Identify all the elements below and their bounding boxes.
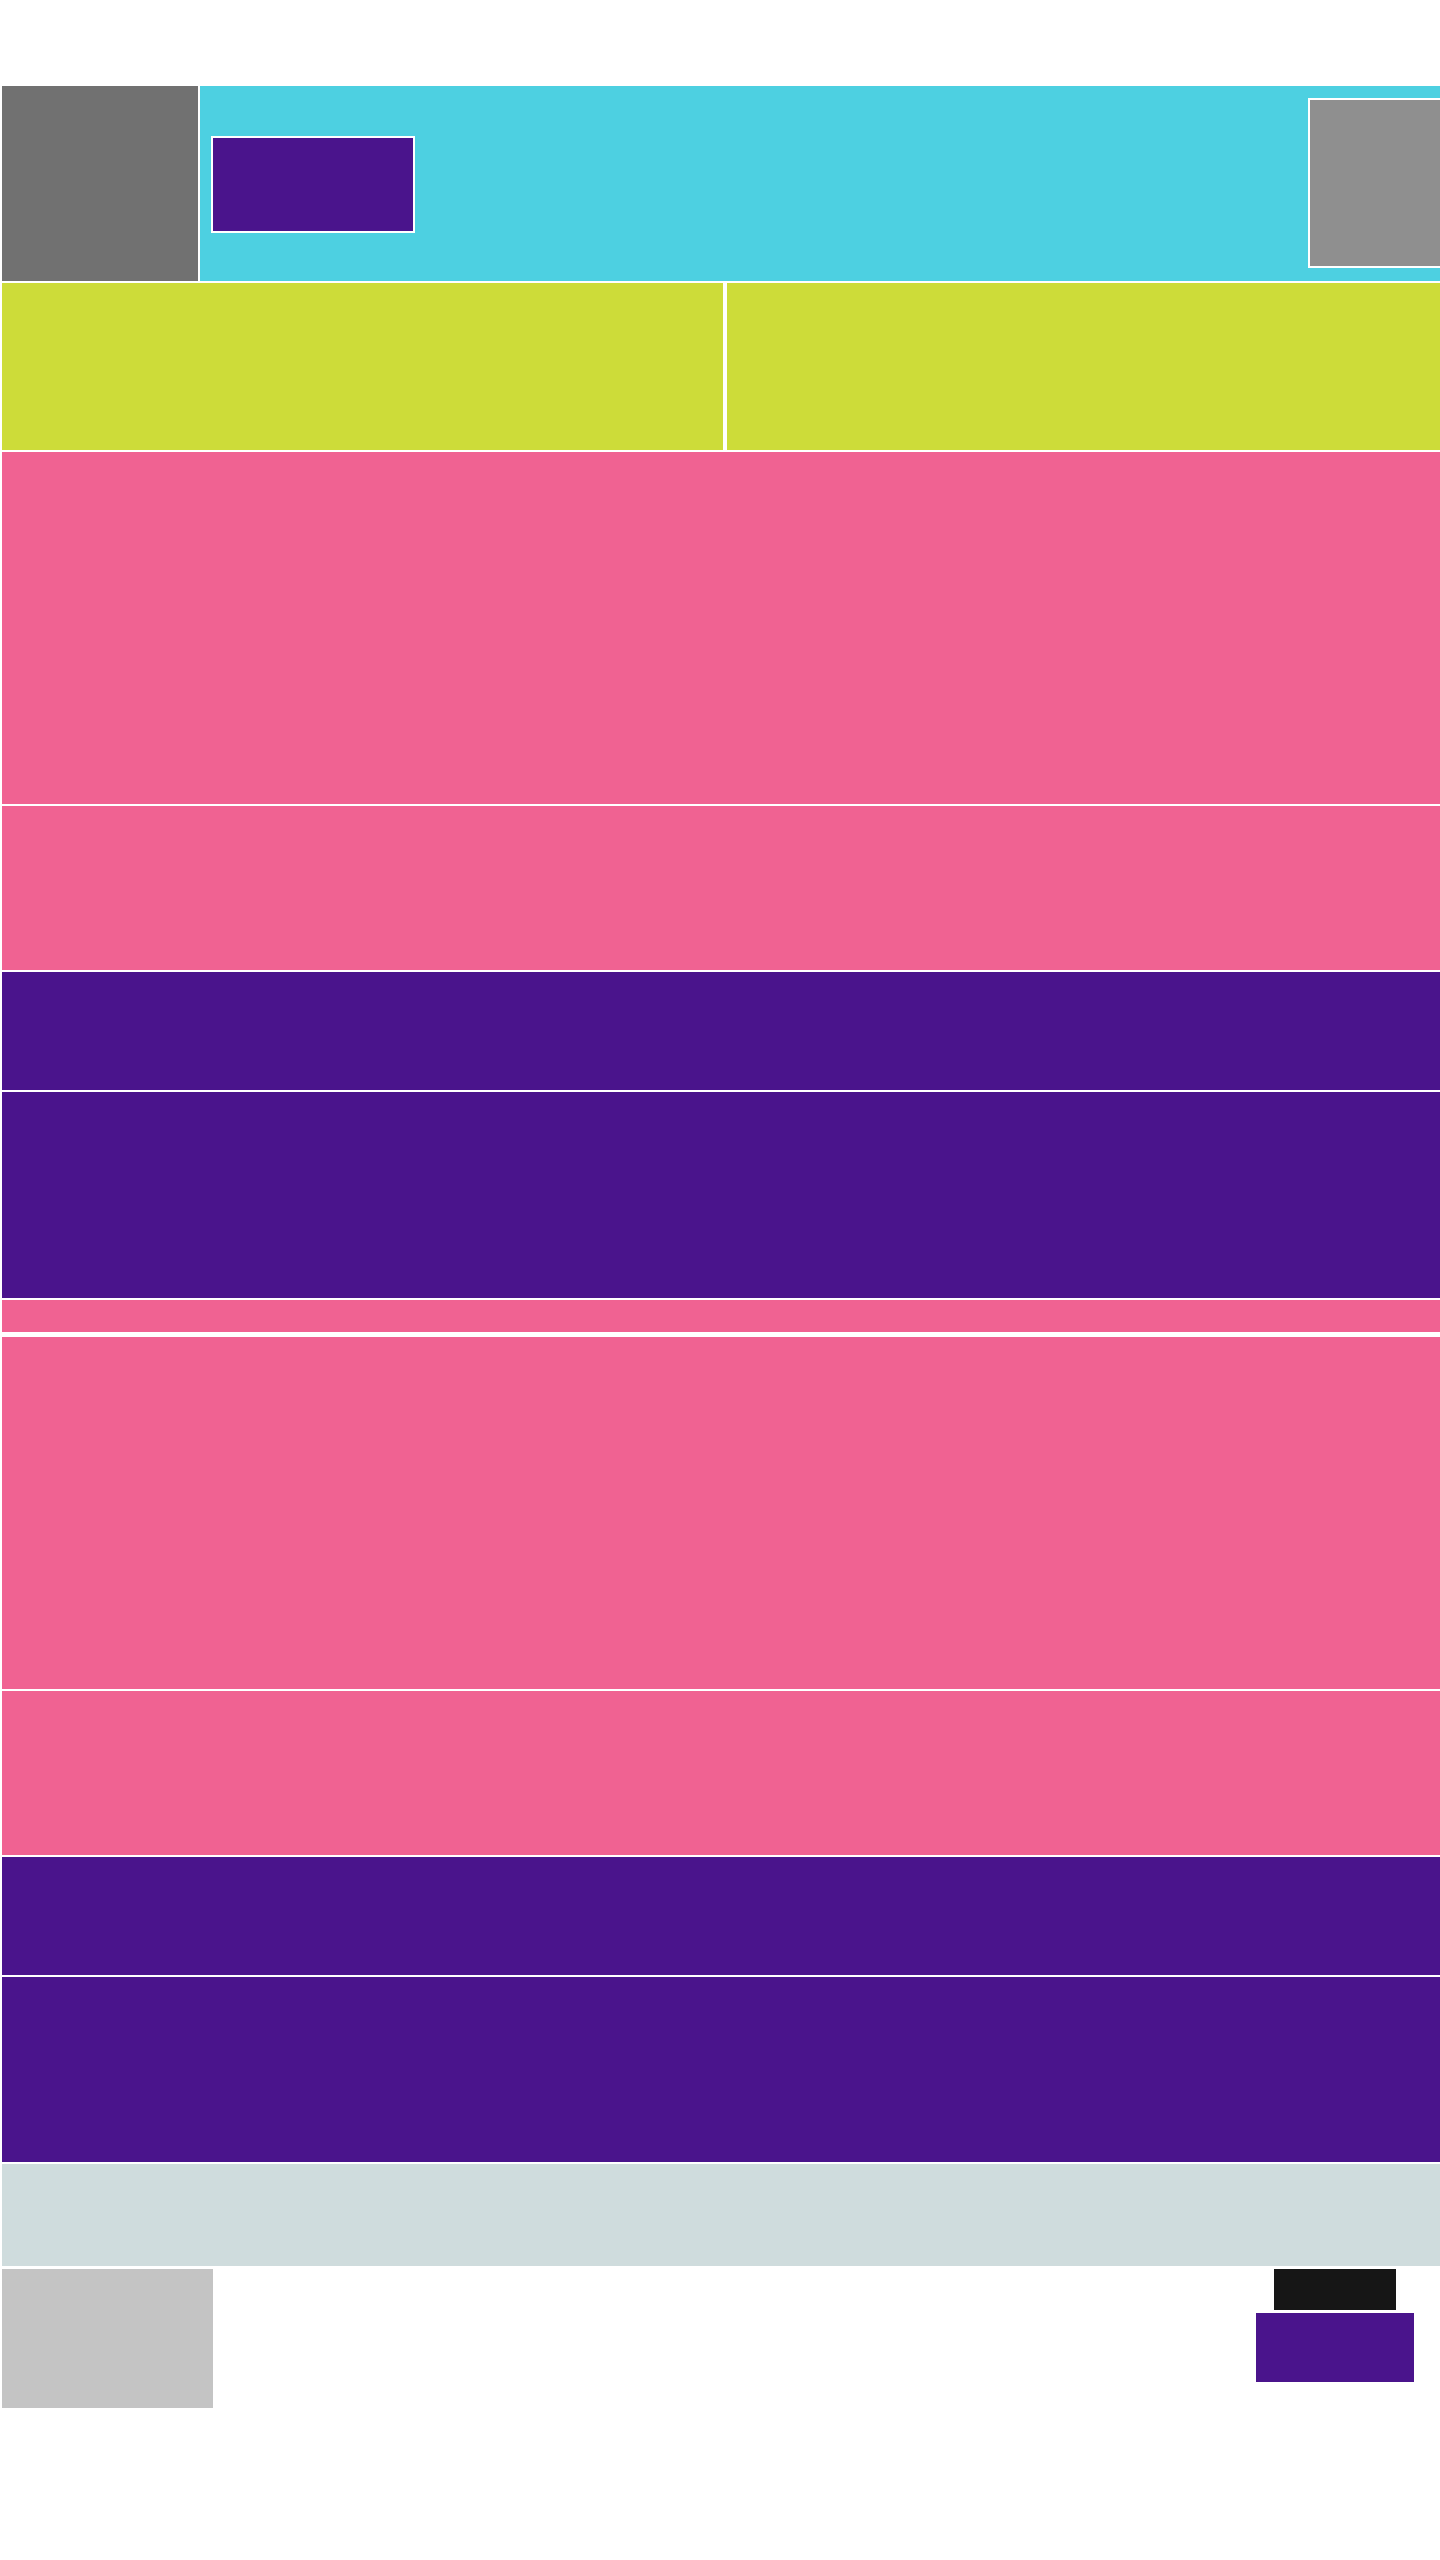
toolbar-avatar-label: [1310, 100, 1440, 266]
app-toolbar: [200, 86, 1440, 281]
header-bar-2-label: [2, 1857, 1440, 1975]
hero-card-1-label: [2, 452, 1440, 804]
subtitle-card-1-label: [2, 806, 1440, 970]
detail-card-2-label: [2, 1977, 1440, 2162]
subtitle-card-2[interactable]: [2, 1691, 1440, 1855]
hero-card-2-label: [2, 1337, 1440, 1689]
menu-button[interactable]: [2, 86, 198, 281]
toolbar-action-button[interactable]: [211, 136, 415, 233]
footer-action-label: [1256, 2313, 1414, 2382]
footer-bar-label: [2, 2164, 1440, 2266]
detail-card-2[interactable]: [2, 1977, 1440, 2162]
footer-action-button[interactable]: [1256, 2313, 1414, 2382]
subtitle-card-2-label: [2, 1691, 1440, 1855]
tab-right-label: [727, 283, 1440, 450]
footer-thumbnail-label: [2, 2269, 213, 2408]
toolbar-avatar[interactable]: [1308, 98, 1440, 268]
menu-button-label: [2, 86, 198, 281]
hero-card-2[interactable]: [2, 1337, 1440, 1689]
subtitle-card-1[interactable]: [2, 806, 1440, 970]
detail-card-1-label: [2, 1092, 1440, 1298]
header-bar-1-label: [2, 972, 1440, 1090]
header-bar-1[interactable]: [2, 972, 1440, 1090]
footer-bar: [2, 2164, 1440, 2266]
detail-card-1[interactable]: [2, 1092, 1440, 1298]
separator-strip: [2, 1300, 1440, 1332]
tab-right[interactable]: [727, 283, 1440, 450]
tab-left[interactable]: [2, 283, 723, 450]
toolbar-action-label: [213, 138, 413, 231]
footer-badge-label: [1274, 2269, 1396, 2310]
footer-badge: [1274, 2269, 1396, 2310]
hero-card-1[interactable]: [2, 452, 1440, 804]
header-bar-2[interactable]: [2, 1857, 1440, 1975]
separator-strip-label: [2, 1300, 1440, 1332]
footer-thumbnail[interactable]: [2, 2269, 213, 2408]
tab-left-label: [2, 283, 723, 450]
